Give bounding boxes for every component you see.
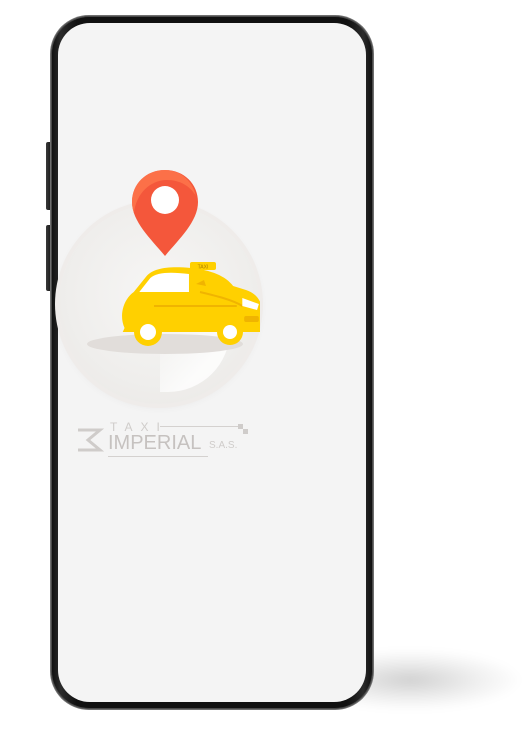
taxi-car-icon: TAXI: [87, 262, 260, 354]
logo-rule-top: [160, 426, 240, 427]
logo-rule-bottom: [108, 456, 208, 457]
location-pin-icon: [132, 170, 198, 256]
company-logo: TAXI IMPERIAL S.A.S.: [72, 418, 252, 468]
logo-text-imperial: IMPERIAL: [108, 432, 202, 454]
screenshot-stage: TAXI TAXI IMPERIAL S.A.S.: [0, 0, 528, 730]
imperial-logo-mark: [78, 428, 105, 452]
logo-checker-square: [243, 429, 248, 434]
taxi-illustration: TAXI: [87, 170, 260, 354]
logo-text-sas: S.A.S.: [209, 440, 238, 451]
